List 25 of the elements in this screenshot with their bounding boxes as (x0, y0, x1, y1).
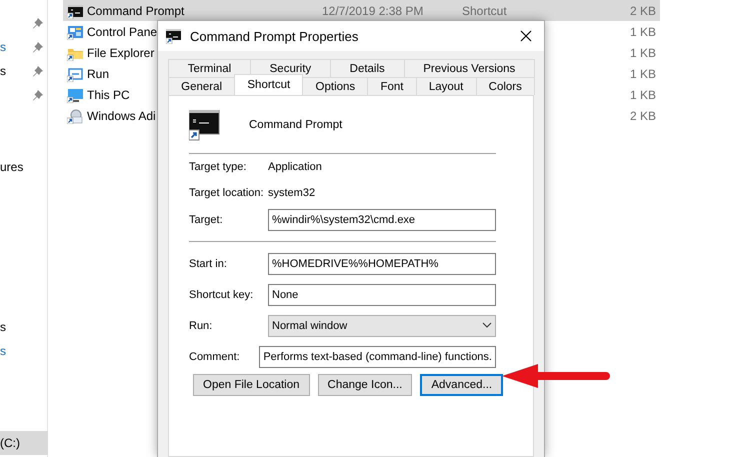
file-date: 12/7/2019 2:38 PM (322, 4, 424, 18)
field-label: Target location: (189, 187, 265, 199)
field-label: Comment: (189, 350, 241, 362)
file-name: This PC (87, 88, 130, 102)
file-name: File Explorer (87, 46, 154, 60)
file-name: Command Prompt (87, 4, 184, 18)
file-type: Shortcut (462, 4, 508, 18)
file-size: 1 KB (628, 24, 657, 38)
field-label: Run: (189, 320, 214, 332)
file-name: Windows Adi (87, 108, 156, 122)
field-label: Target type: (189, 161, 248, 173)
file-size: 1 KB (628, 66, 657, 80)
file-name: Control Pane (87, 24, 158, 38)
field-label: Shortcut key: (189, 288, 254, 300)
app-name: Command Prompt (249, 119, 342, 131)
field-value: system32 (268, 187, 316, 199)
file-size: 1 KB (628, 88, 657, 102)
file-name: Run (87, 66, 110, 80)
field-label: Target: (189, 214, 224, 226)
file-size: 2 KB (628, 4, 657, 18)
field-value: Application (268, 161, 322, 173)
field-label: Start in: (189, 258, 228, 270)
window-title: Command Prompt Properties (190, 28, 360, 44)
file-size: 1 KB (628, 46, 657, 60)
file-size: 2 KB (628, 108, 657, 122)
